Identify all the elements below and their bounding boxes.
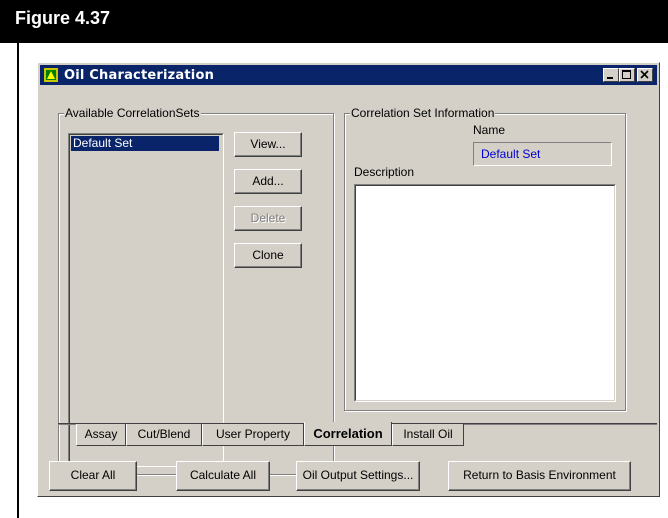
tab-cut-blend[interactable]: Cut/Blend [126,424,202,446]
name-field[interactable]: Default Set [473,142,612,166]
maximize-button[interactable] [619,68,635,82]
tab-install-oil[interactable]: Install Oil [392,424,464,446]
oil-characterization-window: Oil Characterization Available Correlati… [37,62,660,497]
tab-assay[interactable]: Assay [76,424,126,446]
app-icon [44,68,58,82]
figure-header: Figure 4.37 [0,0,668,43]
view-button[interactable]: View... [234,132,302,157]
tab-user-property[interactable]: User Property [202,424,304,446]
return-basis-button[interactable]: Return to Basis Environment [448,461,631,491]
minimize-icon [607,77,613,79]
oil-output-settings-button[interactable]: Oil Output Settings... [296,461,420,491]
set-info-label: Correlation Set Information [350,106,496,120]
available-sets-label: Available CorrelationSets [64,106,201,120]
clone-button[interactable]: Clone [234,243,302,268]
tab-correlation[interactable]: Correlation [304,422,392,446]
minimize-button[interactable] [603,68,619,82]
figure-rule [17,43,19,518]
delete-button[interactable]: Delete [234,206,302,231]
correlation-sets-list[interactable]: Default Set [68,133,224,467]
description-textarea[interactable] [354,184,616,402]
maximize-icon [622,70,631,79]
close-button[interactable] [637,68,653,82]
add-button[interactable]: Add... [234,169,302,194]
calculate-all-button[interactable]: Calculate All [176,461,270,491]
figure-label: Figure 4.37 [15,8,111,28]
window-title: Oil Characterization [64,68,215,83]
description-label: Description [354,165,415,179]
list-item[interactable]: Default Set [71,136,219,151]
clear-all-button[interactable]: Clear All [49,461,137,491]
window-titlebar[interactable]: Oil Characterization [40,65,657,85]
name-label: Name [473,123,506,137]
close-icon [640,70,649,79]
